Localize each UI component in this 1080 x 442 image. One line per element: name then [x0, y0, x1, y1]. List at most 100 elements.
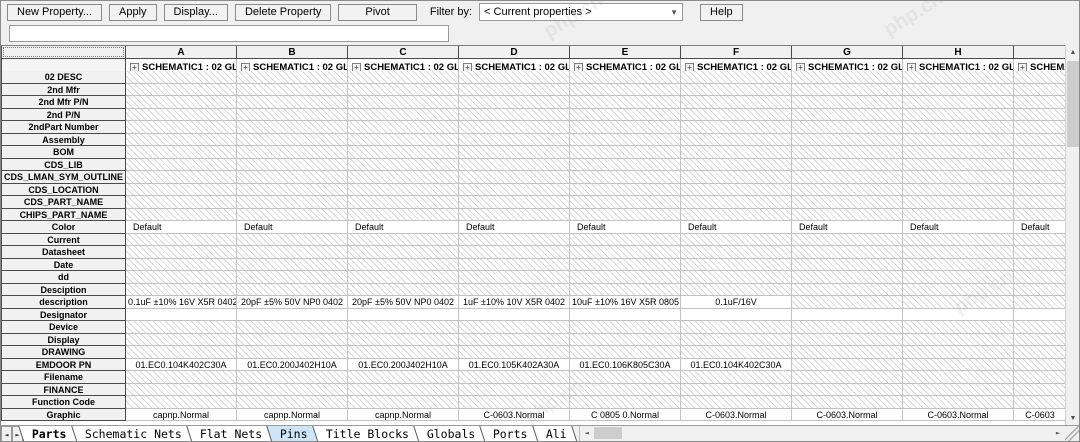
grid-cell[interactable] — [237, 309, 348, 322]
grid-cell[interactable] — [1014, 109, 1067, 122]
tab-schematic-nets[interactable]: Schematic Nets — [71, 426, 195, 442]
grid-cell[interactable] — [348, 284, 459, 297]
row-header[interactable]: BOM — [1, 146, 126, 159]
row-header[interactable]: CDS_LIB — [1, 159, 126, 172]
grid-cell[interactable] — [126, 334, 237, 347]
grid-cell[interactable] — [570, 246, 681, 259]
grid-cell[interactable] — [237, 346, 348, 359]
grid-cell[interactable] — [459, 109, 570, 122]
grid-cell[interactable] — [126, 284, 237, 297]
row-header[interactable]: Desciption — [1, 284, 126, 297]
grid-cell[interactable] — [792, 359, 903, 372]
grid-cell[interactable] — [348, 146, 459, 159]
grid-cell[interactable] — [1014, 146, 1067, 159]
grid-cell[interactable] — [681, 159, 792, 172]
grid-cell[interactable] — [792, 321, 903, 334]
grid-cell[interactable] — [348, 171, 459, 184]
grid-cell[interactable] — [237, 384, 348, 397]
grid-cell[interactable] — [126, 96, 237, 109]
tab-ali[interactable]: Ali — [532, 426, 578, 442]
pivot-button[interactable]: Pivot — [338, 4, 416, 21]
row-header[interactable]: 2ndPart Number — [1, 121, 126, 134]
grid-cell[interactable] — [570, 321, 681, 334]
grid-cell[interactable] — [459, 309, 570, 322]
row-header[interactable]: CDS_PART_NAME — [1, 196, 126, 209]
grid-cell[interactable] — [459, 121, 570, 134]
grid-cell[interactable] — [681, 171, 792, 184]
grid-cell[interactable] — [903, 109, 1014, 122]
grid-cell[interactable] — [348, 209, 459, 222]
grid-cell[interactable] — [126, 384, 237, 397]
grid-cell[interactable] — [681, 321, 792, 334]
grid-cell[interactable] — [792, 371, 903, 384]
row-header[interactable]: Designator — [1, 309, 126, 322]
grid-cell[interactable] — [237, 96, 348, 109]
grid-cell[interactable] — [459, 384, 570, 397]
grid-cell[interactable] — [792, 271, 903, 284]
grid-cell[interactable] — [792, 396, 903, 409]
grid-cell[interactable]: capnp.Normal — [237, 409, 348, 422]
grid-cell[interactable]: capnp.Normal — [348, 409, 459, 422]
grid-cell[interactable] — [681, 84, 792, 97]
grid-cell[interactable] — [348, 121, 459, 134]
grid-cell[interactable] — [792, 384, 903, 397]
grid-cell[interactable] — [1014, 359, 1067, 372]
grid-cell[interactable] — [570, 259, 681, 272]
tab-flat-nets[interactable]: Flat Nets — [186, 426, 276, 442]
grid-cell[interactable] — [570, 371, 681, 384]
grid-cell[interactable]: Default — [1014, 221, 1067, 234]
grid-cell[interactable] — [792, 246, 903, 259]
grid-cell[interactable] — [237, 234, 348, 247]
grid-cell[interactable] — [1014, 259, 1067, 272]
grid-cell[interactable] — [126, 371, 237, 384]
grid-cell[interactable]: 10uF ±10% 16V X5R 0805 — [570, 296, 681, 309]
tab-scroll-left-icon[interactable]: ◄ — [1, 426, 12, 442]
horizontal-scrollbar-track[interactable] — [622, 426, 1051, 442]
grid-cell[interactable] — [459, 246, 570, 259]
grid-cell[interactable] — [570, 134, 681, 147]
row-header[interactable]: Device — [1, 321, 126, 334]
grid-cell[interactable] — [792, 146, 903, 159]
grid-cell[interactable] — [1014, 121, 1067, 134]
grid-cell[interactable] — [570, 234, 681, 247]
grid-cell[interactable] — [903, 96, 1014, 109]
grid-cell[interactable] — [237, 371, 348, 384]
grid-cell[interactable] — [681, 334, 792, 347]
grid-cell[interactable] — [348, 384, 459, 397]
row-header[interactable]: 2nd P/N — [1, 109, 126, 122]
display-button[interactable]: Display... — [164, 4, 228, 21]
grid-cell[interactable] — [237, 184, 348, 197]
grid-cell[interactable] — [570, 309, 681, 322]
grid-cell[interactable] — [459, 209, 570, 222]
grid-cell[interactable] — [1014, 196, 1067, 209]
row-header[interactable]: Current — [1, 234, 126, 247]
grid-cell[interactable] — [792, 196, 903, 209]
grid-cell[interactable] — [903, 334, 1014, 347]
vertical-scrollbar[interactable]: ▲ ▼ — [1065, 45, 1079, 425]
grid-cell[interactable] — [1014, 296, 1067, 309]
grid-cell[interactable] — [348, 346, 459, 359]
grid-cell[interactable] — [681, 209, 792, 222]
grid-cell[interactable]: C-0603 — [1014, 409, 1067, 422]
grid-cell[interactable] — [681, 346, 792, 359]
grid-cell[interactable] — [681, 96, 792, 109]
grid-cell[interactable]: capnp.Normal — [126, 409, 237, 422]
grid-cell[interactable] — [237, 159, 348, 172]
grid-cell[interactable] — [126, 309, 237, 322]
grid-cell[interactable] — [126, 396, 237, 409]
grid-cell[interactable]: Default — [126, 221, 237, 234]
grid-cell[interactable] — [459, 334, 570, 347]
grid-cell[interactable] — [459, 321, 570, 334]
grid-cell[interactable] — [570, 396, 681, 409]
row-header[interactable]: Datasheet — [1, 246, 126, 259]
grid-cell[interactable] — [792, 259, 903, 272]
grid-cell[interactable] — [792, 159, 903, 172]
grid-cell[interactable] — [570, 84, 681, 97]
grid-cell[interactable] — [792, 309, 903, 322]
grid-cell[interactable] — [237, 109, 348, 122]
row-header[interactable]: Display — [1, 334, 126, 347]
grid-cell[interactable] — [903, 209, 1014, 222]
grid-cell[interactable] — [348, 246, 459, 259]
grid-cell[interactable]: 20pF ±5% 50V NP0 0402 — [237, 296, 348, 309]
grid-cell[interactable]: 01.EC0.104K402C30A — [126, 359, 237, 372]
